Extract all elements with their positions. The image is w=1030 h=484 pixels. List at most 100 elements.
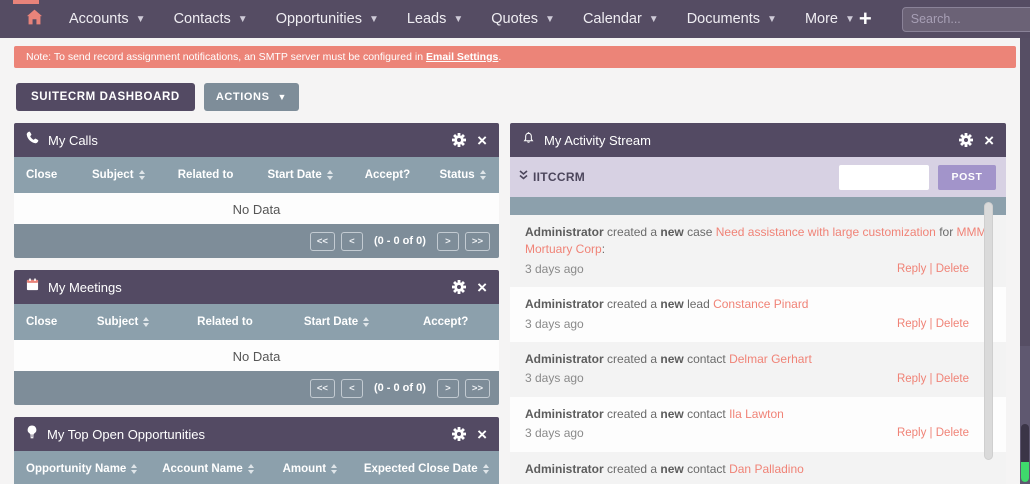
delete-link[interactable]: Delete: [936, 373, 969, 385]
chevron-down-icon: ▼: [649, 14, 659, 25]
activity-entry-text: Administrator created a new lead Constan…: [525, 296, 991, 313]
next-page-button[interactable]: >: [437, 232, 459, 251]
column-header-subject[interactable]: Subject: [77, 316, 169, 328]
actions-button[interactable]: ACTIONS▼: [204, 83, 299, 111]
prev-page-button[interactable]: <: [341, 232, 363, 251]
column-label: Expected Close Date: [364, 463, 478, 475]
last-page-button[interactable]: >>: [465, 232, 490, 251]
post-button[interactable]: POST: [938, 165, 996, 190]
reply-link[interactable]: Reply: [897, 373, 926, 385]
calendar-icon: [26, 278, 39, 296]
column-header-expected-close-date[interactable]: Expected Close Date: [353, 463, 499, 475]
gear-icon[interactable]: [452, 280, 466, 294]
panel-title: My Meetings: [48, 280, 122, 295]
delete-link[interactable]: Delete: [936, 318, 969, 330]
activity-entry-text: Administrator created a new contact Dan …: [525, 461, 991, 478]
reply-link[interactable]: Reply: [897, 263, 926, 275]
delete-link[interactable]: Delete: [936, 427, 969, 439]
column-label: Amount: [283, 463, 326, 475]
scrollbar-thumb[interactable]: [1021, 424, 1029, 482]
entry-bold-text: new: [660, 407, 683, 421]
nav-item-calendar[interactable]: Calendar ▼: [583, 11, 659, 27]
activity-entry: Administrator created a new contact Dan …: [510, 452, 1006, 484]
gear-icon[interactable]: [452, 133, 466, 147]
close-icon[interactable]: ×: [477, 132, 487, 149]
entry-bold-text: new: [660, 352, 683, 366]
column-header-status[interactable]: Status: [426, 169, 499, 181]
home-button[interactable]: [26, 9, 43, 30]
nav-item-documents[interactable]: Documents▼: [687, 11, 777, 27]
column-label: Related to: [178, 169, 234, 181]
delete-link[interactable]: Delete: [936, 263, 969, 275]
activity-scrollbar-thumb[interactable]: [984, 202, 993, 460]
gear-icon[interactable]: [959, 133, 973, 147]
my-meetings-column-headers: CloseSubjectRelated toStart DateAccept?: [14, 304, 499, 340]
sort-arrows-icon[interactable]: [131, 464, 137, 474]
sort-arrows-icon[interactable]: [327, 170, 333, 180]
nav-menu: Accounts▼Contacts▼Opportunities▼Leads▼Qu…: [69, 11, 855, 27]
chevron-down-icon: ▼: [767, 14, 777, 25]
prev-page-button[interactable]: <: [341, 379, 363, 398]
entry-bold-text: new: [660, 462, 683, 476]
nav-item-quotes[interactable]: Quotes▼: [491, 11, 555, 27]
column-header-account-name[interactable]: Account Name: [150, 463, 266, 475]
record-link[interactable]: Ila Lawton: [729, 407, 784, 421]
quick-create-button[interactable]: +: [855, 8, 876, 30]
nav-item-more[interactable]: More▼: [805, 11, 855, 27]
column-label: Close: [26, 169, 57, 181]
sort-arrows-icon[interactable]: [480, 170, 486, 180]
record-link[interactable]: Need assistance with large customization: [716, 225, 936, 239]
collapse-chevrons-icon[interactable]: [518, 168, 529, 186]
sort-arrows-icon[interactable]: [139, 170, 145, 180]
column-header-subject[interactable]: Subject: [77, 169, 159, 181]
nav-item-leads[interactable]: Leads▼: [407, 11, 463, 27]
activity-entry: Administrator created a new lead Constan…: [510, 287, 1006, 342]
gear-icon[interactable]: [452, 427, 466, 441]
sort-arrows-icon[interactable]: [248, 464, 254, 474]
next-page-button[interactable]: >: [437, 379, 459, 398]
dashboard-content: My Calls × CloseSubjectRelated toStart D…: [14, 123, 1030, 484]
sort-arrows-icon[interactable]: [331, 464, 337, 474]
search-input[interactable]: [911, 12, 1030, 26]
first-page-button[interactable]: <<: [310, 232, 335, 251]
nav-item-label: Accounts: [69, 11, 129, 27]
close-icon[interactable]: ×: [477, 279, 487, 296]
suitecrm-dashboard-button[interactable]: SUITECRM DASHBOARD: [16, 83, 195, 111]
reply-link[interactable]: Reply: [897, 318, 926, 330]
column-label: Subject: [97, 316, 139, 328]
post-input[interactable]: [839, 165, 929, 190]
sort-arrows-icon[interactable]: [363, 317, 369, 327]
record-link[interactable]: Dan Palladino: [729, 462, 804, 476]
bell-icon: [522, 131, 535, 150]
last-page-button[interactable]: >>: [465, 379, 490, 398]
close-icon[interactable]: ×: [984, 132, 994, 149]
reply-link[interactable]: Reply: [897, 427, 926, 439]
column-header-related-to: Related to: [169, 316, 281, 328]
my-calls-header: My Calls ×: [14, 123, 499, 157]
suitecrm-dashboard-page: Accounts▼Contacts▼Opportunities▼Leads▼Qu…: [0, 0, 1030, 484]
nav-right: +: [855, 5, 1030, 34]
column-header-start-date[interactable]: Start Date: [252, 169, 349, 181]
entry-text: for: [936, 225, 957, 239]
first-page-button[interactable]: <<: [310, 379, 335, 398]
close-icon[interactable]: ×: [477, 426, 487, 443]
nav-item-accounts[interactable]: Accounts▼: [69, 11, 146, 27]
sort-arrows-icon[interactable]: [143, 317, 149, 327]
sort-arrows-icon[interactable]: [483, 464, 489, 474]
record-link[interactable]: Constance Pinard: [713, 297, 808, 311]
chevron-down-icon: ▼: [238, 14, 248, 25]
action-separator: |: [926, 318, 935, 330]
nav-item-contacts[interactable]: Contacts▼: [174, 11, 248, 27]
entry-timestamp: 3 days ago: [525, 316, 584, 333]
smtp-alert-bar: Note: To send record assignment notifica…: [14, 46, 1016, 68]
column-header-start-date[interactable]: Start Date: [281, 316, 393, 328]
record-link[interactable]: Delmar Gerhart: [729, 352, 812, 366]
email-settings-link[interactable]: Email Settings: [426, 51, 498, 63]
panel-title: My Top Open Opportunities: [47, 427, 205, 442]
nav-item-opportunities[interactable]: Opportunities▼: [276, 11, 379, 27]
column-header-amount[interactable]: Amount: [266, 463, 353, 475]
column-header-opportunity-name[interactable]: Opportunity Name: [14, 463, 150, 475]
page-scrollbar[interactable]: [1020, 38, 1030, 484]
nav-item-label: Calendar: [583, 11, 642, 27]
entry-bold-text: new: [660, 225, 683, 239]
